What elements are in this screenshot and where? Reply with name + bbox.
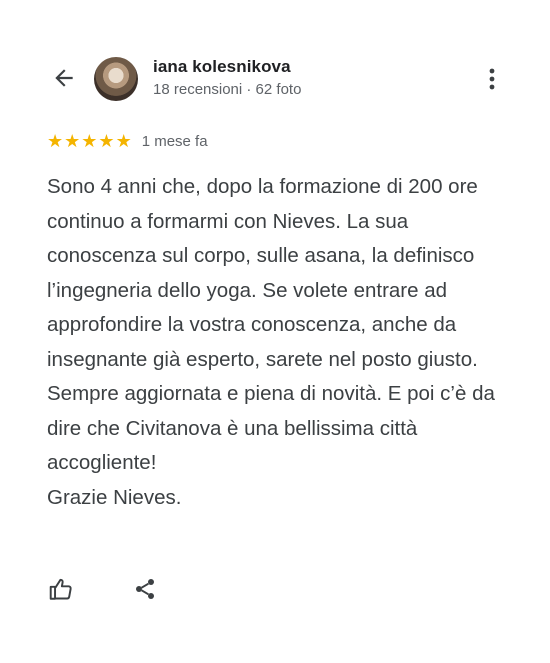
reviewer-name[interactable]: iana kolesnikova bbox=[153, 57, 291, 77]
reviewer-meta: 18 recensioni · 62 foto bbox=[153, 81, 302, 98]
review-text: Sono 4 anni che, dopo la formazione di 2… bbox=[47, 170, 517, 515]
user-avatar[interactable] bbox=[94, 57, 138, 101]
share-icon bbox=[136, 579, 154, 599]
review-paragraph-1: Sono 4 anni che, dopo la formazione di 2… bbox=[47, 175, 478, 371]
star-icon: ★ bbox=[64, 131, 81, 151]
share-button[interactable] bbox=[131, 574, 159, 604]
review-header: iana kolesnikova 18 recensioni · 62 foto bbox=[0, 0, 550, 130]
more-options-button[interactable] bbox=[478, 64, 506, 94]
star-icon: ★ bbox=[47, 131, 64, 151]
star-icon: ★ bbox=[81, 131, 98, 151]
review-time: 1 mese fa bbox=[141, 132, 208, 150]
more-vert-icon bbox=[489, 68, 495, 90]
star-icon: ★ bbox=[98, 131, 115, 151]
arrow-back-icon bbox=[55, 69, 73, 87]
like-button[interactable] bbox=[47, 574, 75, 604]
review-paragraph-3: Grazie Nieves. bbox=[47, 485, 182, 509]
star-icon: ★ bbox=[115, 131, 132, 151]
rating-row: ★ ★ ★ ★ ★ 1 mese fa bbox=[47, 131, 208, 151]
back-button[interactable] bbox=[48, 62, 80, 94]
star-rating: ★ ★ ★ ★ ★ bbox=[47, 132, 132, 150]
thumb-up-icon bbox=[49, 578, 72, 600]
review-paragraph-2: Sempre aggiornata e piena di novità. E p… bbox=[47, 382, 495, 474]
